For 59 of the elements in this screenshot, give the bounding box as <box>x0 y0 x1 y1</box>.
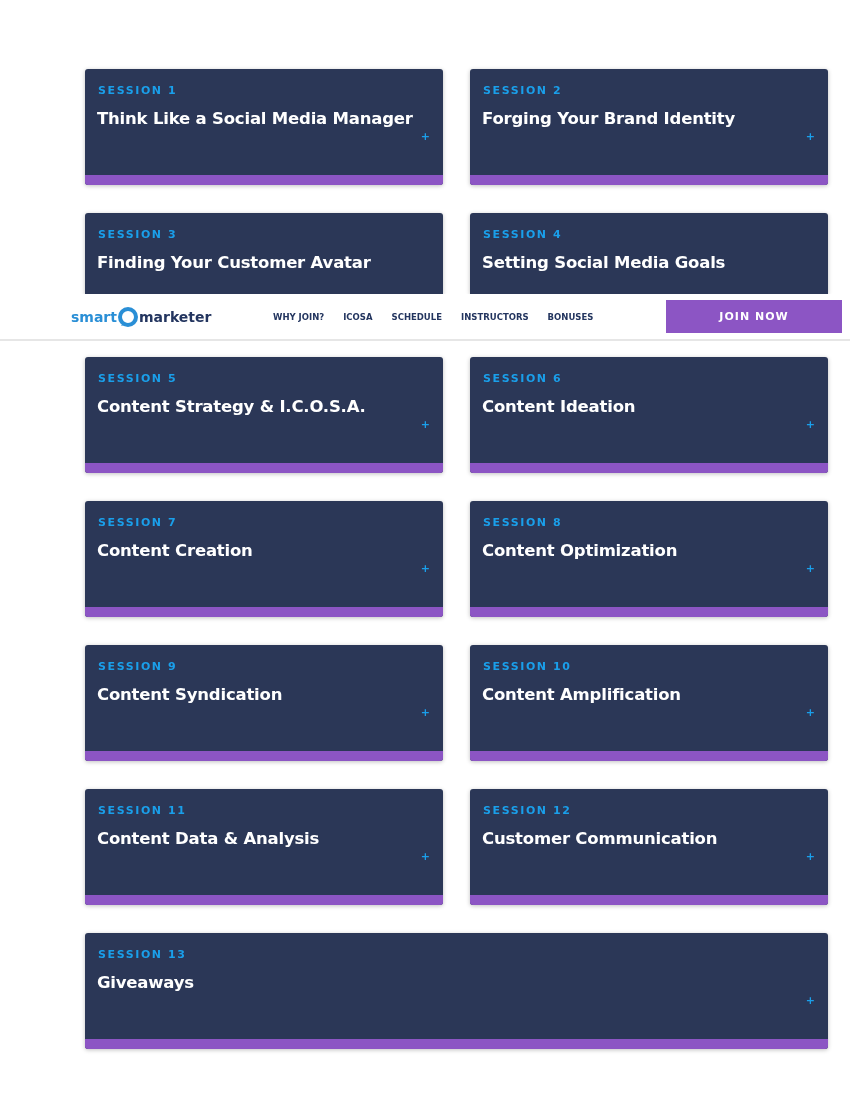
session-card[interactable]: SESSION 1 Think Like a Social Media Manager + <box>85 69 443 185</box>
session-card[interactable]: SESSION 7 Content Creation + <box>85 501 443 617</box>
session-number: SESSION 6 <box>483 372 564 386</box>
session-number: SESSION 7 <box>98 516 179 530</box>
session-card[interactable]: SESSION 3 Finding Your Customer Avatar <box>85 213 443 294</box>
join-now-button[interactable]: JOIN NOW <box>666 300 842 333</box>
expand-toggle[interactable]: + <box>805 851 815 863</box>
expand-toggle[interactable]: + <box>805 131 815 143</box>
session-title: Finding Your Customer Avatar <box>97 253 372 273</box>
session-number: SESSION 13 <box>98 948 188 962</box>
nav-link[interactable]: WHY JOIN? <box>273 311 325 322</box>
session-card[interactable]: SESSION 4 Setting Social Media Goals <box>470 213 828 294</box>
session-title: Content Strategy & I.C.O.S.A. <box>97 397 367 417</box>
session-number: SESSION 5 <box>98 372 179 386</box>
nav-link[interactable]: BONUSES <box>547 311 594 322</box>
session-number: SESSION 3 <box>98 228 179 242</box>
session-title: Think Like a Social Media Manager <box>97 109 414 129</box>
nav-link[interactable]: SCHEDULE <box>391 311 442 322</box>
expand-toggle[interactable]: + <box>805 707 815 719</box>
session-number: SESSION 11 <box>98 804 188 818</box>
session-number: SESSION 4 <box>483 228 564 242</box>
session-card[interactable]: SESSION 13 Giveaways + <box>85 933 828 1049</box>
session-card[interactable]: SESSION 8 Content Optimization + <box>470 501 828 617</box>
session-number: SESSION 8 <box>483 516 564 530</box>
session-card[interactable]: SESSION 12 Customer Communication + <box>470 789 828 905</box>
session-title: Setting Social Media Goals <box>482 253 727 273</box>
session-number: SESSION 12 <box>483 804 573 818</box>
session-card[interactable]: SESSION 10 Content Amplification + <box>470 645 828 761</box>
expand-toggle[interactable]: + <box>420 707 430 719</box>
session-title: Giveaways <box>97 973 195 993</box>
session-card[interactable]: SESSION 5 Content Strategy & I.C.O.S.A. + <box>85 357 443 473</box>
session-number: SESSION 9 <box>98 660 179 674</box>
session-title: Customer Communication <box>482 829 719 849</box>
expand-toggle[interactable]: + <box>420 851 430 863</box>
session-title: Content Creation <box>97 541 254 561</box>
expand-toggle[interactable]: + <box>805 995 815 1007</box>
session-title: Content Data & Analysis <box>97 829 321 849</box>
expand-toggle[interactable]: + <box>420 563 430 575</box>
session-card[interactable]: SESSION 2 Forging Your Brand Identity + <box>470 69 828 185</box>
session-number: SESSION 10 <box>483 660 573 674</box>
session-card[interactable]: SESSION 9 Content Syndication + <box>85 645 443 761</box>
expand-toggle[interactable]: + <box>420 131 430 143</box>
expand-toggle[interactable]: + <box>805 419 815 431</box>
session-card[interactable]: SESSION 11 Content Data & Analysis + <box>85 789 443 905</box>
session-title: Forging Your Brand Identity <box>482 109 737 129</box>
logo-icon <box>117 306 138 327</box>
session-number: SESSION 1 <box>98 84 179 98</box>
expand-toggle[interactable]: + <box>420 419 430 431</box>
logo-text[interactable]: smart <box>71 308 117 325</box>
session-title: Content Optimization <box>482 541 679 561</box>
session-number: SESSION 2 <box>483 84 564 98</box>
logo-text[interactable]: marketer <box>138 308 212 325</box>
session-title: Content Ideation <box>482 397 637 417</box>
session-card[interactable]: SESSION 6 Content Ideation + <box>470 357 828 473</box>
session-title: Content Syndication <box>97 685 284 705</box>
session-title: Content Amplification <box>482 685 682 705</box>
expand-toggle[interactable]: + <box>805 563 815 575</box>
nav-link[interactable]: INSTRUCTORS <box>461 311 529 322</box>
nav-link[interactable]: ICOSA <box>343 311 373 322</box>
